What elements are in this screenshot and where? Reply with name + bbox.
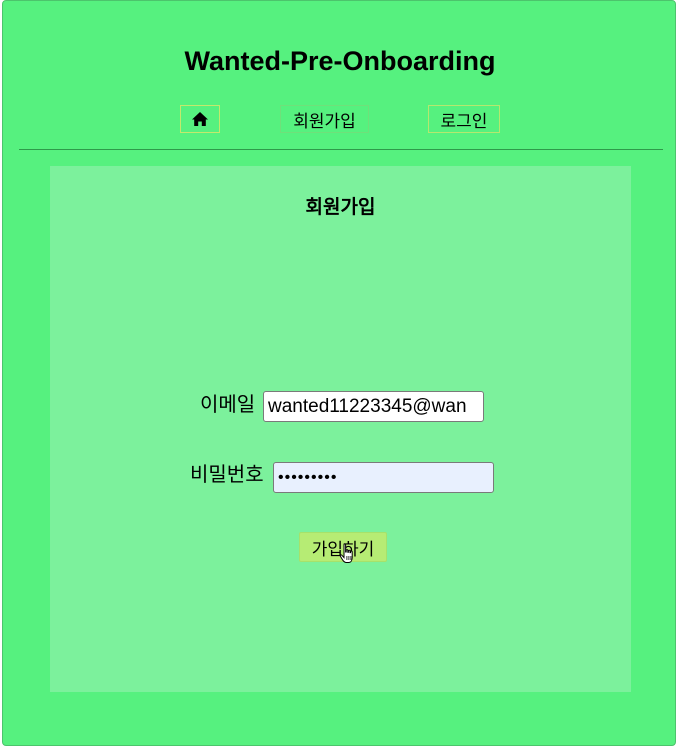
signup-panel: 회원가입 이메일 비밀번호 가입하기 [50,166,631,692]
password-label: 비밀번호 [190,462,264,486]
app-window: Wanted-Pre-Onboarding 회원가입 로그인 회원가입 이메일 … [2,0,676,746]
signup-title: 회원가입 [305,196,376,218]
nav-signup-button[interactable]: 회원가입 [280,105,369,133]
top-nav: 회원가입 로그인 [3,105,677,135]
nav-login-button[interactable]: 로그인 [428,105,500,133]
password-field[interactable] [273,462,494,493]
page-title: Wanted-Pre-Onboarding [184,46,496,76]
home-button[interactable] [180,105,220,133]
header-divider [19,149,663,150]
home-icon [192,112,208,126]
hand-pointer-cursor-icon [339,543,353,563]
email-field[interactable] [263,391,484,422]
email-label: 이메일 [200,392,256,416]
